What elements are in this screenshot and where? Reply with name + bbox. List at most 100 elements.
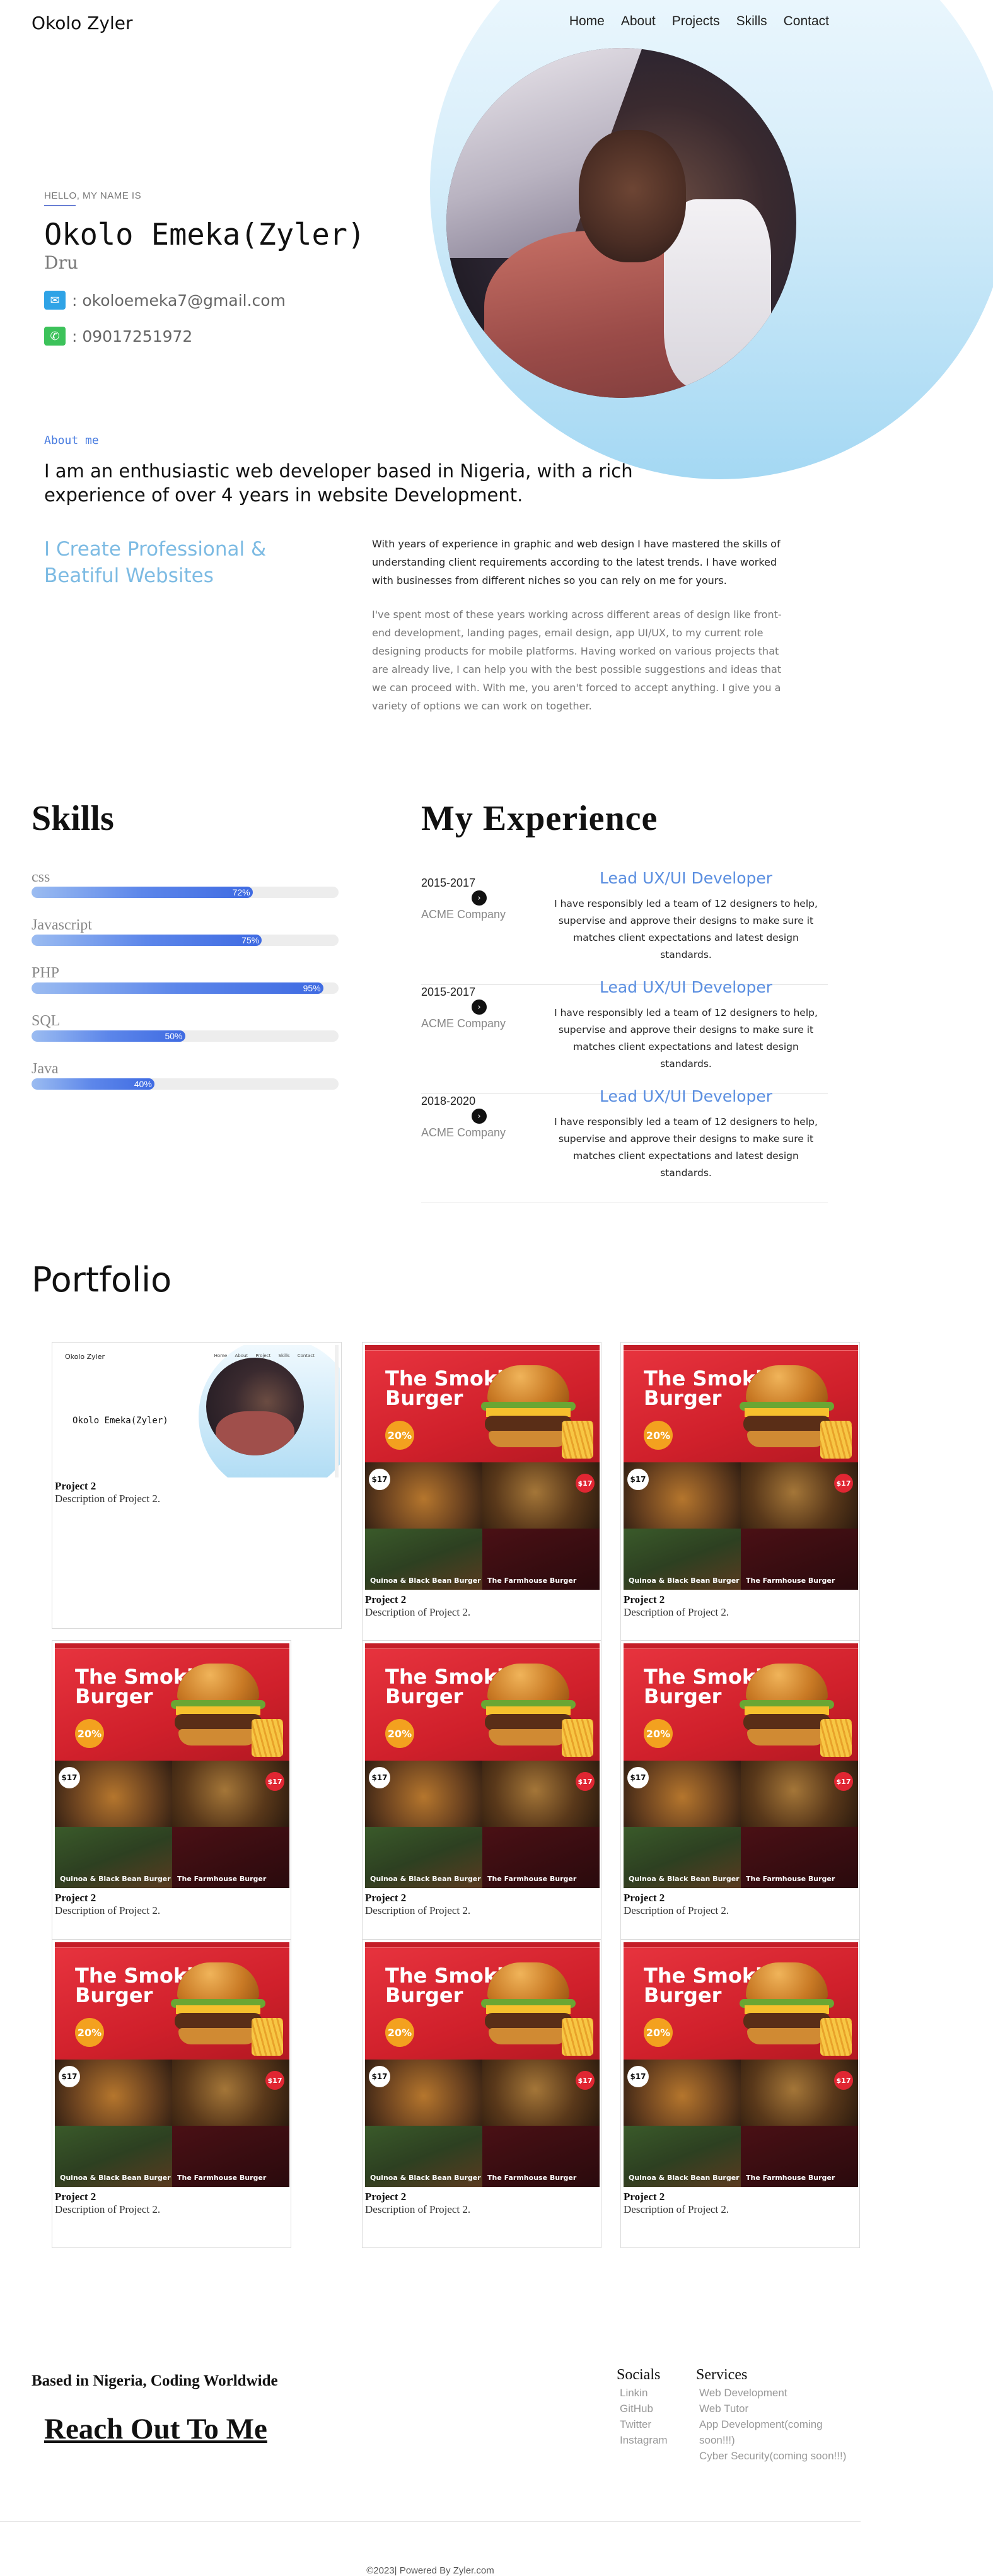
service-app-development[interactable]: App Development(coming soon!!!): [699, 2416, 838, 2448]
fries-icon: [820, 1719, 852, 1757]
service-cyber-security[interactable]: Cyber Security(coming soon!!!): [699, 2448, 860, 2464]
skill-bar-fill: 75%: [32, 935, 262, 946]
project-card[interactable]: The Smokin Burger 20% $17 $17 Quinoa & Black…: [620, 1640, 860, 1949]
thumb-price: $17: [834, 2071, 853, 2090]
thumb-nav: Home About Project Skills Contact: [214, 1353, 315, 1358]
thumb-price: $17: [369, 1767, 390, 1789]
greeting-label: HELLO, MY NAME IS: [44, 190, 142, 201]
project-card[interactable]: The Smokin Burger 20% $17 $17 Quinoa & Black…: [362, 1939, 601, 2248]
mail-icon: ✉: [44, 291, 66, 310]
thumb-caption: Quinoa & Black Bean Burger: [629, 1576, 740, 1585]
project-title: Project 2: [55, 2191, 96, 2203]
project-card[interactable]: The Smokin Burger 20% $17 $17 Quinoa & Black…: [52, 1640, 291, 1949]
project-thumbnail: The Smokin Burger 20% $17 $17 Quinoa & Black…: [624, 1345, 858, 1590]
nav-skills[interactable]: Skills: [736, 14, 767, 29]
social-link-instagram[interactable]: Instagram: [620, 2432, 668, 2448]
hero-name: Okolo Emeka(Zyler): [44, 218, 366, 252]
thumb-caption: Quinoa & Black Bean Burger: [60, 2174, 171, 2182]
phone-icon: ✆: [44, 327, 66, 346]
project-thumbnail: The Smokin Burger 20% $17 $17 Quinoa & Black…: [55, 1942, 289, 2187]
project-card[interactable]: The Smokin Burger 20% $17 $17 Quinoa & Black…: [620, 1939, 860, 2248]
project-thumbnail: The Smokin Burger 20% $17 $17 Quinoa & Black…: [365, 1643, 600, 1888]
services-heading: Services: [696, 2367, 748, 2383]
thumb-caption: The Farmhouse Burger: [487, 1875, 577, 1883]
project-card[interactable]: The Smokin Burger 20% $17 $17 Quinoa & Black…: [362, 1640, 601, 1949]
nav-projects[interactable]: Projects: [672, 14, 720, 29]
skill-label: Java: [32, 1061, 59, 1077]
service-web-development[interactable]: Web Development: [699, 2385, 860, 2401]
project-title: Project 2: [55, 1892, 96, 1904]
experience-company: ACME Company: [421, 1017, 506, 1030]
skill-bar-fill: 40%: [32, 1078, 154, 1090]
fries-icon: [562, 1719, 593, 1757]
project-title: Project 2: [624, 1594, 665, 1606]
profile-photo: [446, 48, 796, 398]
project-card[interactable]: The Smokin Burger 20% $17 $17 Quinoa & Black…: [362, 1342, 601, 1651]
thumb-badge: 20%: [385, 1719, 414, 1748]
thumb-caption: Quinoa & Black Bean Burger: [629, 2174, 740, 2182]
project-thumbnail: The Smokin Burger 20% $17 $17 Quinoa & Black…: [624, 1942, 858, 2187]
project-card[interactable]: Okolo Zyler Home About Project Skills Con…: [52, 1342, 342, 1629]
thumb-badge: 20%: [385, 1421, 414, 1450]
thumb-badge: 20%: [75, 1719, 104, 1748]
thumb-caption: Quinoa & Black Bean Burger: [629, 1875, 740, 1883]
skill-bar-fill: 72%: [32, 887, 253, 898]
fries-icon: [562, 2018, 593, 2056]
project-title: Project 2: [365, 1594, 407, 1606]
project-description: Description of Project 2.: [365, 1606, 471, 1618]
experience-company: ACME Company: [421, 1126, 506, 1139]
phone-contact[interactable]: ✆ : 09017251972: [44, 327, 192, 346]
email-text: : okoloemeka7@gmail.com: [72, 291, 286, 310]
thumb-price: $17: [834, 1772, 853, 1792]
thumb-price: $17: [627, 1767, 649, 1789]
project-description: Description of Project 2.: [365, 1904, 471, 1916]
thumb-badge: 20%: [644, 1421, 673, 1450]
skill-bar: 72%: [32, 887, 339, 898]
services-column: Services Web Development Web Tutor App D…: [696, 2367, 860, 2464]
experience-years: 2015-2017: [421, 877, 476, 889]
hero-alias: Dru: [44, 252, 78, 273]
project-card[interactable]: The Smokin Burger 20% $17 $17 Quinoa & Black…: [620, 1342, 860, 1651]
about-heading: About me: [44, 434, 99, 447]
footer-tagline: Based in Nigeria, Coding Worldwide: [32, 2372, 278, 2389]
social-link-github[interactable]: GitHub: [620, 2401, 668, 2416]
social-link-twitter[interactable]: Twitter: [620, 2416, 668, 2432]
project-card[interactable]: The Smokin Burger 20% $17 $17 Quinoa & Black…: [52, 1939, 291, 2248]
project-title: Project 2: [365, 2191, 407, 2203]
thumb-price: $17: [576, 1474, 595, 1493]
thumb-caption: The Farmhouse Burger: [746, 1875, 835, 1883]
thumb-price: $17: [834, 1474, 853, 1493]
fries-icon: [252, 2018, 283, 2056]
reach-out-link[interactable]: Reach Out To Me: [44, 2412, 267, 2446]
skills-heading: Skills: [32, 799, 114, 838]
thumb-price: $17: [59, 2066, 80, 2088]
portfolio-heading: Portfolio: [32, 1260, 172, 1300]
fries-icon: [820, 1421, 852, 1459]
nav-home[interactable]: Home: [569, 14, 605, 29]
experience-role: Lead UX/UI Developer: [599, 869, 773, 887]
nav-about[interactable]: About: [621, 14, 656, 29]
chevron-right-icon: ›: [472, 890, 487, 906]
experience-description: I have responsibly led a team of 12 desi…: [554, 1007, 818, 1069]
thumb-badge: 20%: [644, 2018, 673, 2047]
project-thumbnail: Okolo Zyler Home About Project Skills Con…: [55, 1345, 340, 1477]
thumb-price: $17: [369, 2066, 390, 2088]
thumb-price: $17: [59, 1767, 80, 1789]
project-description: Description of Project 2.: [55, 2203, 161, 2215]
copyright: ©2023| Powered By Zyler.com: [366, 2565, 494, 2576]
experience-item: 2015-2017 › ACME Company Lead UX/UI Develop…: [421, 978, 828, 1094]
email-contact[interactable]: ✉ : okoloemeka7@gmail.com: [44, 291, 286, 310]
thumb-badge: 20%: [385, 2018, 414, 2047]
thumb-caption: Quinoa & Black Bean Burger: [370, 2174, 481, 2182]
main-nav: Home About Projects Skills Contact: [569, 14, 829, 29]
fries-icon: [820, 2018, 852, 2056]
thumb-caption: The Farmhouse Burger: [746, 1576, 835, 1585]
experience-company: ACME Company: [421, 908, 506, 921]
site-logo[interactable]: Okolo Zyler: [32, 13, 132, 33]
social-link-linkin[interactable]: Linkin: [620, 2385, 668, 2401]
service-web-tutor[interactable]: Web Tutor: [699, 2401, 860, 2416]
thumb-caption: The Farmhouse Burger: [746, 2174, 835, 2182]
greeting-underline: [44, 205, 76, 206]
experience-description: I have responsibly led a team of 12 desi…: [554, 898, 818, 960]
nav-contact[interactable]: Contact: [784, 14, 829, 29]
